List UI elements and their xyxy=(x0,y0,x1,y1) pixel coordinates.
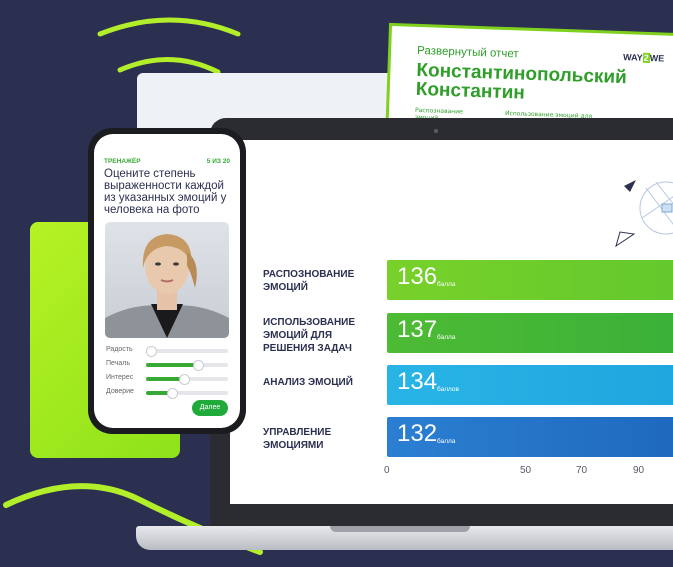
slider-label-joy: Радость xyxy=(106,346,133,353)
way2we-logo: WAY2WE xyxy=(623,52,665,63)
report-subtitle: Развернутый отчет xyxy=(416,44,519,61)
bar-analysis: 134 баллов xyxy=(387,365,673,405)
slider-sadness[interactable] xyxy=(146,360,228,371)
category-label-4: УПРАВЛЕНИЕ ЭМОЦИЯМИ xyxy=(263,427,332,451)
logo-part-c: WE xyxy=(649,53,665,64)
person-photo xyxy=(105,222,229,338)
bar-value-2: 137 xyxy=(397,316,438,343)
bar-unit-3: баллов xyxy=(437,386,459,393)
bar-recognition: 136 балла xyxy=(387,260,673,300)
x-tick-90: 90 xyxy=(633,465,645,476)
bar-value-4: 132 xyxy=(397,420,438,447)
slider-label-interest: Интерес xyxy=(106,374,134,381)
slider-knob[interactable] xyxy=(193,360,204,371)
phone-screen: ТРЕНАЖЁР 5 ИЗ 20 Оцените степень выражен… xyxy=(94,134,240,428)
x-tick-0: 0 xyxy=(384,465,390,476)
bar-management: 132 балла xyxy=(387,417,673,457)
category-label-1: РАСПОЗНОВАНИЕ ЭМОЦИЙ xyxy=(263,269,355,293)
trainer-section-title: ТРЕНАЖЁР xyxy=(104,158,141,165)
person-portrait xyxy=(105,234,229,338)
question-text: Оцените степень выраженности каждой из у… xyxy=(104,168,227,216)
slider-knob[interactable] xyxy=(167,388,178,399)
camera-icon xyxy=(434,129,438,133)
bar-unit-4: балла xyxy=(437,438,456,445)
slider-joy[interactable] xyxy=(146,346,228,357)
next-button[interactable]: Далее xyxy=(192,400,228,416)
logo-part-a: WAY xyxy=(622,52,643,63)
bar-usage: 137 балла xyxy=(387,313,673,353)
slider-knob[interactable] xyxy=(179,374,190,385)
category-label-3: АНАЛИЗ ЭМОЦИЙ xyxy=(263,377,353,388)
bar-value-1: 136 xyxy=(397,263,438,290)
paper-plane-doodle-icon xyxy=(615,180,673,248)
report-person-name: Константинопольский Константин xyxy=(415,59,628,104)
laptop-screen: РАСПОЗНОВАНИЕ ЭМОЦИЙ ИСПОЛЬЗОВАНИЕ ЭМОЦИ… xyxy=(230,140,673,504)
slider-label-sadness: Печаль xyxy=(106,360,130,367)
slider-trust[interactable] xyxy=(146,388,228,399)
x-tick-70: 70 xyxy=(576,465,588,476)
x-tick-50: 50 xyxy=(520,465,532,476)
slider-interest[interactable] xyxy=(146,374,228,385)
laptop-opening-notch xyxy=(330,526,470,532)
question-counter: 5 ИЗ 20 xyxy=(206,158,230,165)
category-label-2: ИСПОЛЬЗОВАНИЕ ЭМОЦИЙ ДЛЯ РЕШЕНИЯ ЗАДАЧ xyxy=(263,317,356,354)
slider-knob[interactable] xyxy=(146,346,157,357)
bar-unit-1: балла xyxy=(437,281,456,288)
bar-unit-2: балла xyxy=(437,334,456,341)
slider-label-trust: Доверие xyxy=(106,388,134,395)
bar-value-3: 134 xyxy=(397,368,438,395)
